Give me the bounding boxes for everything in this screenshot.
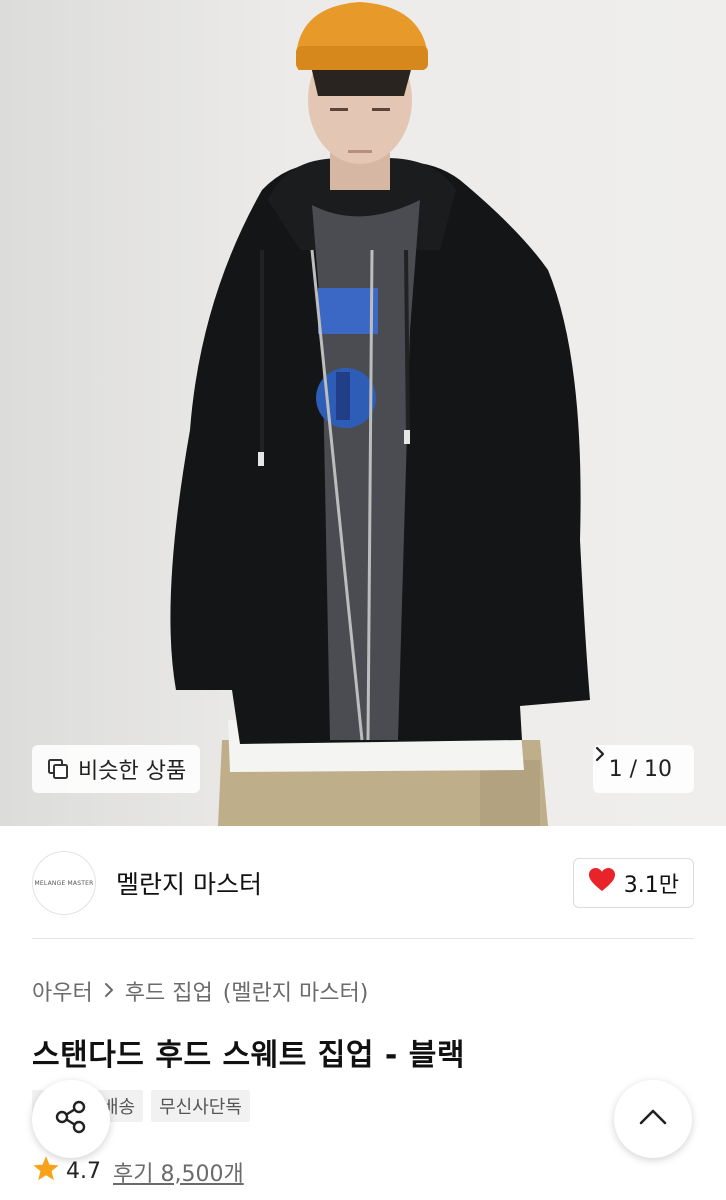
star-icon: [32, 1155, 60, 1188]
rating-row: 4.7 후기 8,500개: [32, 1155, 244, 1188]
like-button[interactable]: 3.1만: [572, 858, 694, 908]
review-count-link[interactable]: 후기 8,500개: [113, 1156, 244, 1188]
breadcrumb-item-category[interactable]: 아우터: [32, 975, 93, 1007]
breadcrumb-item-subcategory[interactable]: 후드 집업: [125, 975, 213, 1007]
product-image-gallery[interactable]: 비슷한 상품 1 / 10: [0, 0, 726, 826]
rating-score: 4.7: [66, 1159, 101, 1184]
divider: [32, 938, 694, 939]
brand-name[interactable]: 멜란지 마스터: [116, 865, 262, 901]
product-title: 스탠다드 후드 스웨트 집업 - 블랙: [32, 1038, 465, 1073]
share-icon: [52, 1098, 90, 1140]
product-photo: [170, 2, 590, 826]
scroll-to-top-button[interactable]: [614, 1080, 692, 1158]
breadcrumb: 아우터 후드 집업 (멜란지 마스터): [32, 975, 368, 1007]
brand-logo[interactable]: MELANGE MASTER: [32, 851, 96, 915]
similar-products-label: 비슷한 상품: [78, 759, 187, 784]
heart-icon: [588, 867, 616, 899]
breadcrumb-item-brand[interactable]: (멜란지 마스터): [223, 975, 369, 1007]
brand-logo-text: MELANGE MASTER: [34, 879, 94, 887]
chevron-right-icon: [103, 979, 115, 1004]
brand-row: MELANGE MASTER 멜란지 마스터 3.1만: [32, 850, 694, 916]
like-count: 3.1만: [623, 873, 679, 898]
image-pager-count: 1 / 10: [608, 756, 672, 782]
share-button[interactable]: [32, 1080, 110, 1158]
similar-products-button[interactable]: 비슷한 상품: [32, 745, 201, 793]
image-pager-button[interactable]: 1 / 10: [592, 745, 694, 793]
chevron-up-icon: [638, 1107, 668, 1131]
badge-exclusive: 무신사단독: [151, 1090, 250, 1122]
copy-squares-icon: [46, 757, 70, 781]
